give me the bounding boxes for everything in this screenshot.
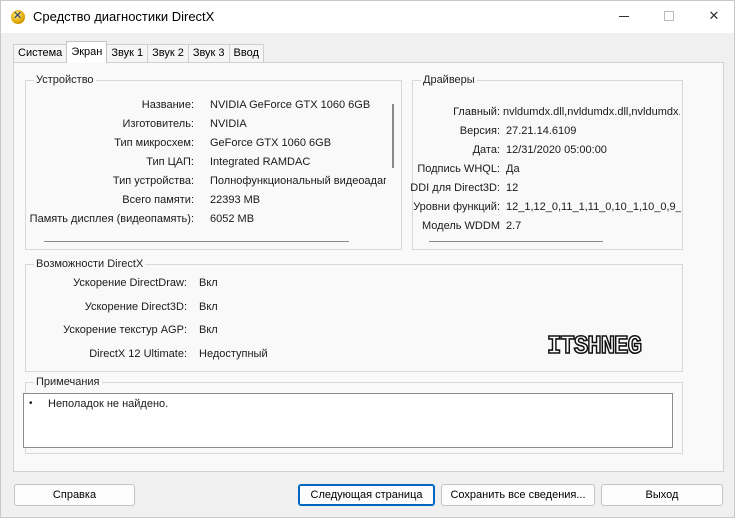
direct3d-value: Вкл	[199, 301, 218, 313]
close-icon: ✕	[708, 8, 720, 24]
driver-date-value: 12/31/2020 05:00:00	[506, 144, 607, 156]
maximize-button[interactable]	[646, 1, 692, 31]
exit-button[interactable]: Выход	[601, 484, 723, 506]
watermark-logo: ITSHNEG	[546, 330, 642, 362]
chip-type-value: GeForce GTX 1060 6GB	[210, 137, 332, 149]
wddm-label: Модель WDDM	[422, 220, 500, 232]
whql-label: Подпись WHQL:	[417, 163, 500, 175]
total-memory-value: 22393 MB	[210, 194, 261, 206]
driver-date-label: Дата:	[472, 144, 500, 156]
tab-sound-3[interactable]: Звук 3	[187, 44, 230, 63]
directdraw-label: Ускорение DirectDraw:	[73, 277, 187, 289]
manufacturer-value: NVIDIA	[210, 118, 247, 130]
directdraw-value: Вкл	[199, 277, 218, 289]
device-horizontal-scrollbar[interactable]	[44, 241, 349, 242]
total-memory-label: Всего памяти:	[122, 194, 194, 206]
agp-value: Вкл	[199, 324, 218, 336]
help-button[interactable]: Справка	[14, 484, 135, 506]
directx-app-icon	[11, 9, 25, 24]
drivers-horizontal-scrollbar[interactable]	[429, 241, 603, 242]
dac-type-value: Integrated RAMDAC	[210, 156, 311, 168]
dac-type-label: Тип ЦАП:	[146, 156, 194, 168]
driver-version-value: 27.21.14.6109	[506, 125, 577, 137]
manufacturer-label: Изготовитель:	[122, 118, 195, 130]
tab-input[interactable]: Ввод	[228, 44, 264, 63]
directx-features-title: Возможности DirectX	[34, 258, 146, 270]
ddi-value: 12	[506, 182, 519, 194]
display-memory-label: Память дисплея (видеопамять):	[29, 213, 194, 225]
driver-main-label: Главный:	[453, 106, 500, 118]
close-button[interactable]: ✕	[691, 1, 735, 31]
wddm-value: 2.7	[506, 220, 522, 232]
agp-label: Ускорение текстур AGP:	[63, 324, 187, 336]
window-title: Средство диагностики DirectX	[33, 9, 215, 24]
drivers-group-title: Драйверы	[421, 74, 477, 86]
device-type-value: Полнофункциональный видеоадап	[210, 175, 386, 187]
tab-sound-1[interactable]: Звук 1	[106, 44, 149, 63]
next-page-button[interactable]: Следующая страница	[298, 484, 435, 506]
driver-version-label: Версия:	[459, 125, 500, 137]
display-memory-value: 6052 MB	[210, 213, 255, 225]
chip-type-label: Тип микросхем:	[114, 137, 194, 149]
tab-display[interactable]: Экран	[66, 41, 108, 63]
save-all-info-button[interactable]: Сохранить все сведения...	[441, 484, 595, 506]
directx-diag-window: Средство диагностики DirectX ✕ Система Э…	[0, 0, 735, 518]
device-vertical-scrollbar[interactable]	[392, 104, 394, 168]
feature-levels-label: Уровни функций:	[413, 201, 500, 213]
tab-strip: Система Экран Звук 1 Звук 2 Звук 3 Ввод	[13, 41, 264, 63]
notes-bullet: •	[29, 398, 33, 409]
tab-system[interactable]: Система	[13, 44, 68, 63]
minimize-icon	[619, 15, 629, 17]
device-name-label: Название:	[141, 99, 194, 111]
device-type-label: Тип устройства:	[112, 175, 194, 187]
notes-text: Неполадок не найдено.	[48, 398, 169, 410]
title-bar[interactable]: Средство диагностики DirectX ✕	[1, 1, 734, 33]
whql-value: Да	[506, 163, 520, 175]
dx12-ultimate-label: DirectX 12 Ultimate:	[89, 348, 187, 360]
notes-title: Примечания	[34, 376, 102, 388]
driver-main-value: nvldumdx.dll,nvldumdx.dll,nvldumdx.c	[503, 106, 680, 118]
device-group-title: Устройство	[34, 74, 96, 86]
feature-levels-value: 12_1,12_0,11_1,11_0,10_1,10_0,9_	[506, 201, 681, 213]
maximize-icon	[664, 11, 674, 21]
direct3d-label: Ускорение Direct3D:	[84, 301, 187, 313]
tab-sound-2[interactable]: Звук 2	[147, 44, 189, 63]
ddi-label: DDI для Direct3D:	[410, 182, 500, 194]
minimize-button[interactable]	[601, 1, 647, 31]
notes-textbox[interactable]: • Неполадок не найдено.	[23, 393, 673, 448]
device-name-value: NVIDIA GeForce GTX 1060 6GB	[210, 99, 371, 111]
dx12-ultimate-value: Недоступный	[199, 348, 268, 360]
